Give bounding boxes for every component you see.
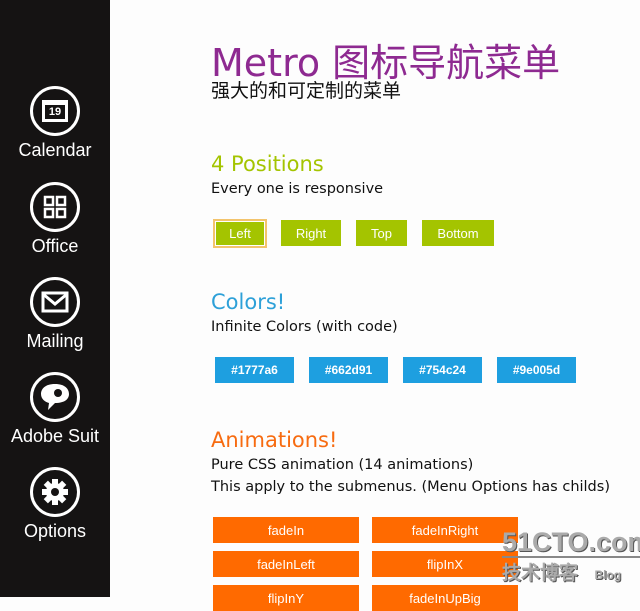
adobe-icon [30, 372, 80, 422]
colors-desc: Infinite Colors (with code) [211, 319, 398, 335]
calendar-icon: 19 [30, 86, 80, 136]
nav-office[interactable]: Office [0, 182, 110, 257]
animation-button[interactable]: flipInX [372, 551, 518, 577]
animation-button[interactable]: fadeInRight [372, 517, 518, 543]
animation-button[interactable]: fadeInLeft [213, 551, 359, 577]
position-top-button[interactable]: Top [356, 220, 407, 246]
animations-heading: Animations! [211, 428, 338, 452]
animation-button[interactable]: fadeIn [213, 517, 359, 543]
position-right-button[interactable]: Right [281, 220, 341, 246]
mail-icon [30, 277, 80, 327]
calendar-day: 19 [42, 100, 68, 122]
position-bottom-button[interactable]: Bottom [422, 220, 494, 246]
nav-adobe-suit[interactable]: Adobe Suit [0, 372, 110, 447]
color-button[interactable]: #1777a6 [215, 357, 294, 383]
nav-label: Mailing [26, 331, 84, 351]
colors-heading: Colors! [211, 290, 286, 314]
position-left-button[interactable]: Left [213, 219, 267, 248]
nav-label: Adobe Suit [10, 426, 100, 446]
page-subtitle: 强大的和可定制的菜单 [211, 80, 402, 102]
gear-icon [30, 467, 80, 517]
nav-options[interactable]: Options [0, 467, 110, 542]
office-icon [30, 182, 80, 232]
nav-label: Office [31, 236, 79, 256]
watermark-logo: 51CTO.com 技术博客 Blog [502, 528, 640, 585]
animations-desc: Pure CSS animation (14 animations) [211, 457, 474, 473]
animation-button[interactable]: flipInY [213, 585, 359, 611]
nav-label: Calendar [18, 140, 92, 160]
positions-desc: Every one is responsive [211, 181, 384, 197]
watermark-line3: Blog [594, 568, 622, 582]
color-button[interactable]: #662d91 [309, 357, 388, 383]
nav-mailing[interactable]: Mailing [0, 277, 110, 352]
positions-heading: 4 Positions [211, 152, 324, 176]
animations-desc-2: This apply to the submenus. (Menu Option… [211, 479, 610, 495]
animation-button[interactable]: fadeInUpBig [372, 585, 518, 611]
sidebar: 19 Calendar Office Mailing Adobe Suit Op… [0, 0, 110, 597]
watermark-line2: 技术博客 [502, 563, 579, 584]
color-button[interactable]: #754c24 [403, 357, 482, 383]
nav-label: Options [23, 521, 87, 541]
watermark-line1: 51CTO.com [502, 528, 640, 558]
color-button[interactable]: #9e005d [497, 357, 576, 383]
nav-calendar[interactable]: 19 Calendar [0, 86, 110, 161]
